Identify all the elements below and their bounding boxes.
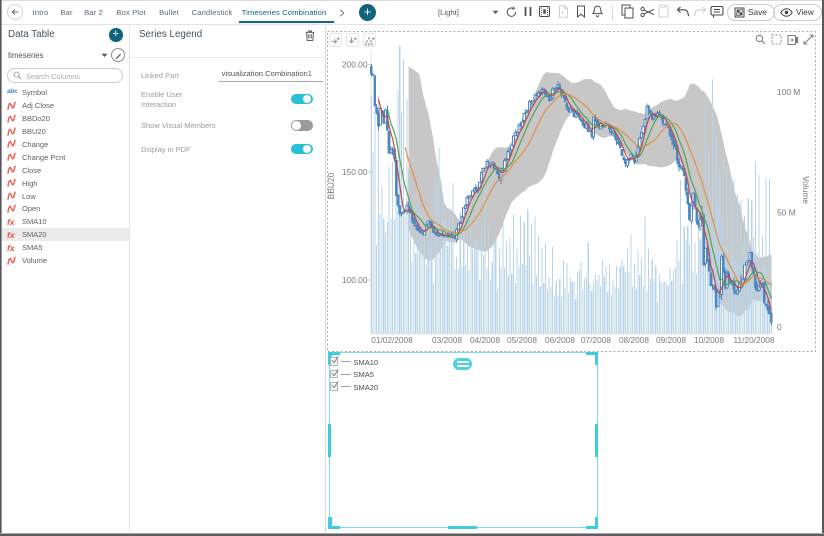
svg-text:03/2008: 03/2008 bbox=[432, 335, 462, 345]
svg-text:150.00: 150.00 bbox=[342, 167, 368, 177]
svg-text:100.00: 100.00 bbox=[342, 275, 368, 285]
svg-text:A: A bbox=[561, 11, 565, 17]
svg-text:10/2008: 10/2008 bbox=[694, 335, 724, 345]
svg-text:50 M: 50 M bbox=[777, 208, 796, 218]
svg-text:07/2008: 07/2008 bbox=[581, 335, 611, 345]
svg-text:01/02/2008: 01/02/2008 bbox=[371, 335, 413, 345]
svg-text:Volume: Volume bbox=[801, 176, 811, 204]
svg-text:09/2008: 09/2008 bbox=[656, 335, 686, 345]
svg-text:100 M: 100 M bbox=[777, 87, 800, 97]
svg-text:04/2008: 04/2008 bbox=[470, 335, 500, 345]
svg-text:05/2008: 05/2008 bbox=[507, 335, 537, 345]
svg-text:0: 0 bbox=[777, 322, 782, 332]
svg-text:200.00: 200.00 bbox=[342, 59, 368, 69]
svg-text:08/2008: 08/2008 bbox=[619, 335, 649, 345]
svg-text:06/2008: 06/2008 bbox=[545, 335, 575, 345]
svg-text:BBU20: BBU20 bbox=[327, 172, 336, 199]
svg-text:11/20/2008: 11/20/2008 bbox=[734, 335, 775, 345]
